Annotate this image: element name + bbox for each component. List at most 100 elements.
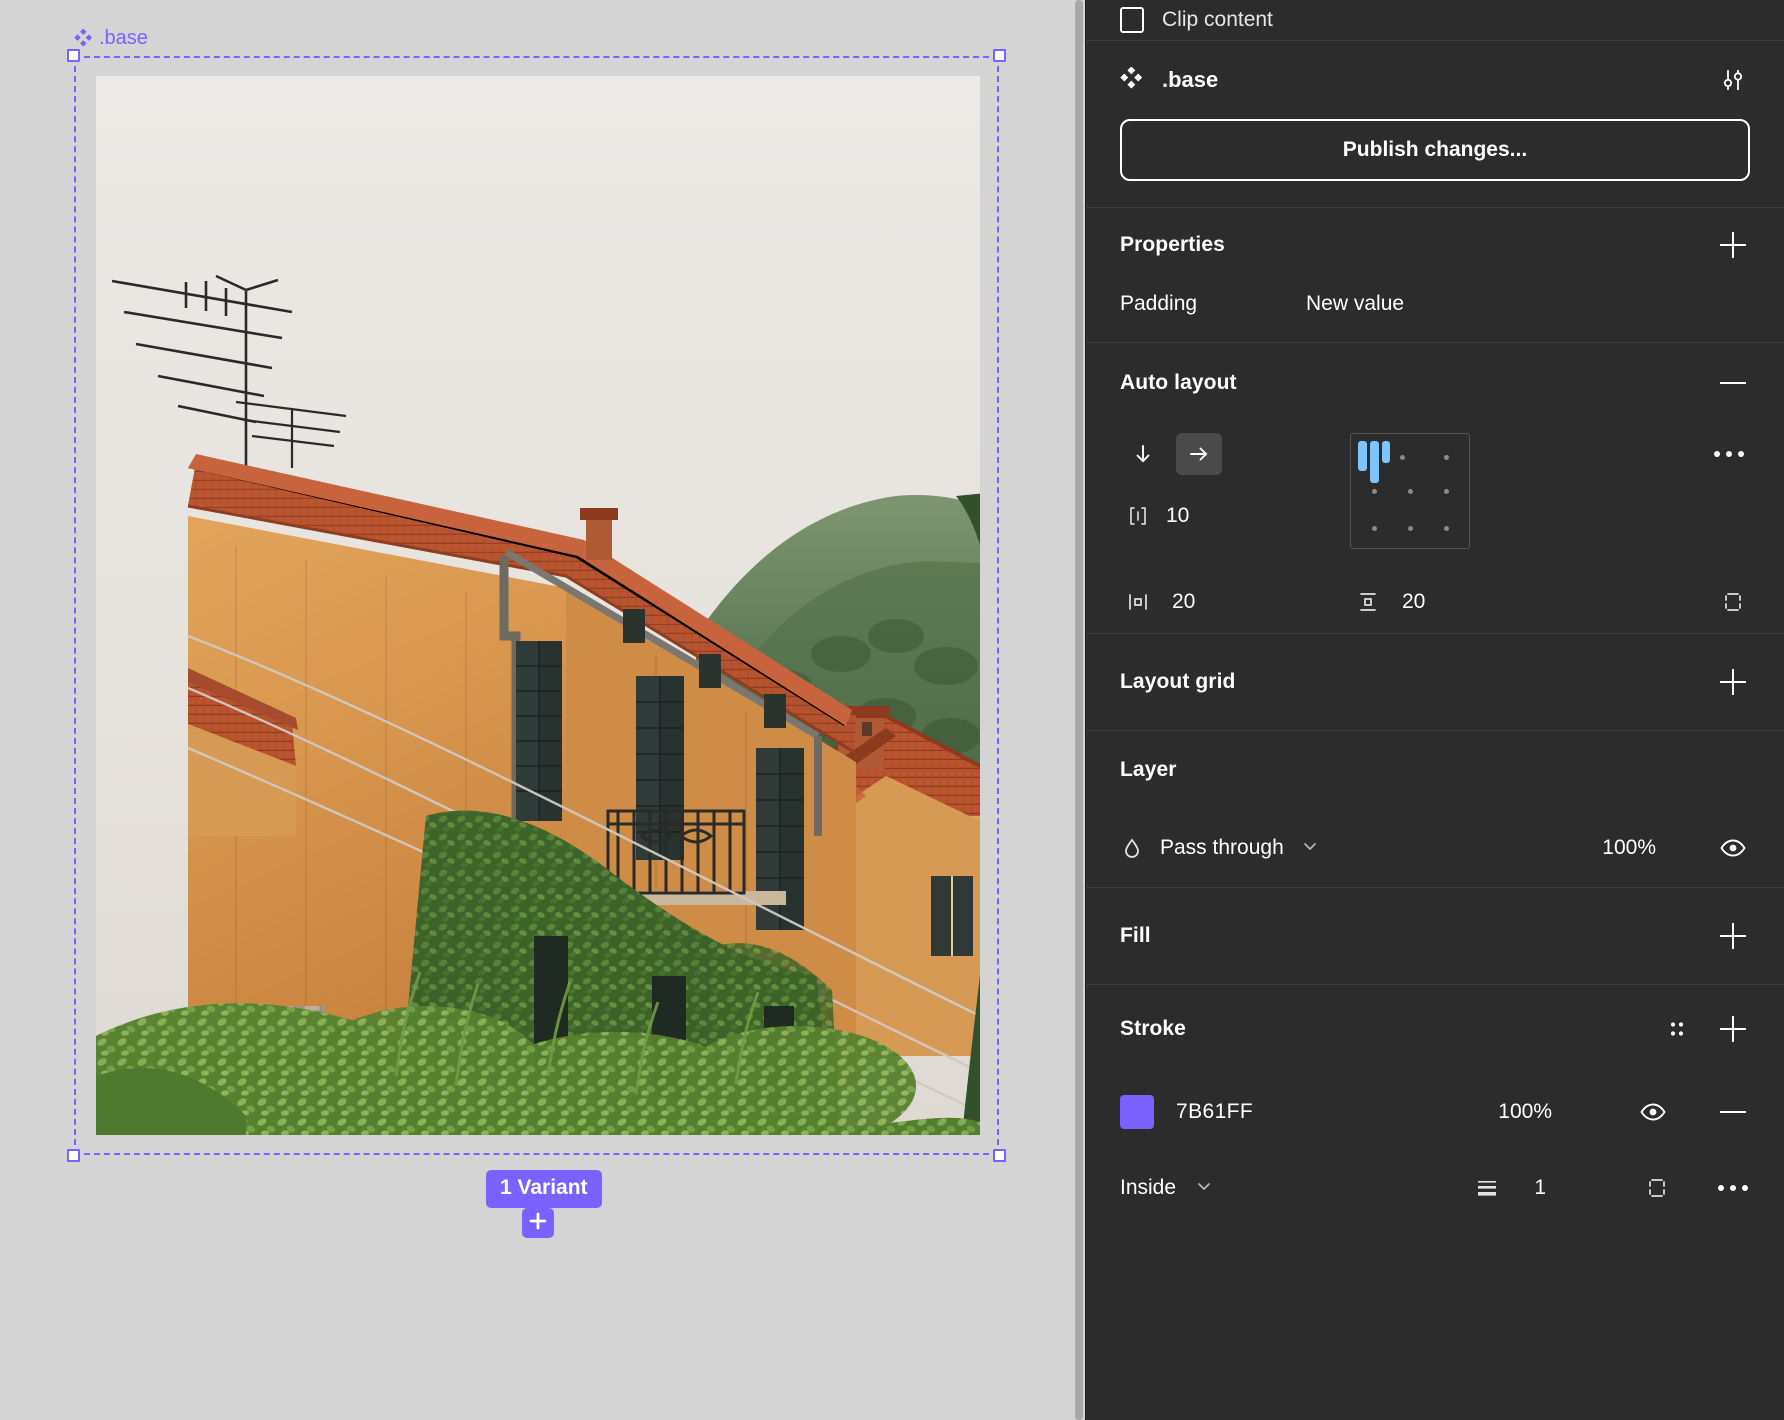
properties-header-row: Properties bbox=[1120, 208, 1750, 282]
resize-handle-bottom-right[interactable] bbox=[993, 1149, 1006, 1162]
fill-title: Fill bbox=[1120, 924, 1151, 947]
more-horizontal-icon[interactable] bbox=[1712, 437, 1746, 471]
padding-horizontal-value[interactable]: 20 bbox=[1172, 590, 1208, 614]
padding-horizontal-control[interactable]: 20 bbox=[1120, 589, 1296, 615]
remove-auto-layout-button[interactable] bbox=[1716, 366, 1750, 400]
add-layout-grid-button[interactable] bbox=[1716, 665, 1750, 699]
frame-label-text: .base bbox=[99, 27, 148, 49]
eye-icon[interactable] bbox=[1716, 831, 1750, 865]
stroke-section: Stroke 7B61FF 100% Inside 1 bbox=[1086, 985, 1784, 1225]
add-fill-button[interactable] bbox=[1716, 919, 1750, 953]
chevron-down-icon[interactable] bbox=[1300, 836, 1320, 861]
plus-icon bbox=[1720, 923, 1746, 949]
alignment-grid[interactable] bbox=[1350, 433, 1470, 549]
stroke-title: Stroke bbox=[1120, 1017, 1186, 1040]
spacing-horizontal-icon bbox=[1120, 503, 1156, 529]
gap-value[interactable]: 10 bbox=[1166, 504, 1189, 528]
eye-icon[interactable] bbox=[1636, 1095, 1670, 1129]
gap-row[interactable]: 10 bbox=[1120, 485, 1296, 547]
sliders-icon[interactable] bbox=[1716, 63, 1750, 97]
blend-mode-value[interactable]: Pass through bbox=[1160, 836, 1284, 860]
stroke-position-value[interactable]: Inside bbox=[1120, 1176, 1176, 1200]
add-property-button[interactable] bbox=[1716, 228, 1750, 262]
layer-section: Layer Pass through 100% bbox=[1086, 731, 1784, 888]
stroke-style-icon[interactable] bbox=[1660, 1012, 1694, 1046]
padding-vertical-control[interactable]: 20 bbox=[1350, 589, 1538, 615]
chevron-down-icon[interactable] bbox=[1194, 1176, 1214, 1201]
plus-icon bbox=[529, 1212, 547, 1235]
stroke-color-swatch[interactable] bbox=[1120, 1095, 1154, 1129]
padding-vertical-icon bbox=[1350, 589, 1386, 615]
alignment-dot bbox=[1408, 489, 1413, 494]
more-horizontal-icon[interactable] bbox=[1716, 1171, 1750, 1205]
stroke-weight-value[interactable]: 1 bbox=[1534, 1176, 1546, 1200]
minus-icon bbox=[1720, 382, 1746, 384]
blend-drop-icon bbox=[1120, 836, 1144, 860]
padding-vertical-value[interactable]: 20 bbox=[1402, 590, 1438, 614]
alignment-dot bbox=[1408, 526, 1413, 531]
alignment-dot bbox=[1444, 455, 1449, 460]
stroke-header-row: Stroke bbox=[1120, 985, 1750, 1073]
resize-handle-bottom-left[interactable] bbox=[67, 1149, 80, 1162]
property-name: Padding bbox=[1120, 292, 1198, 315]
direction-vertical-button[interactable] bbox=[1120, 433, 1166, 475]
layout-grid-title: Layout grid bbox=[1120, 670, 1236, 693]
publish-changes-button[interactable]: Publish changes... bbox=[1120, 119, 1750, 181]
plus-icon bbox=[1720, 669, 1746, 695]
canvas-vertical-scrollbar[interactable] bbox=[1073, 0, 1085, 1420]
alignment-dot bbox=[1444, 489, 1449, 494]
resize-handle-top-left[interactable] bbox=[67, 49, 80, 62]
figma-editor-window: .base 1 Variant Clip content .base Publi… bbox=[0, 0, 1784, 1420]
clip-content-checkbox[interactable] bbox=[1120, 7, 1144, 33]
clip-content-section: Clip content bbox=[1086, 0, 1784, 41]
individual-padding-icon[interactable] bbox=[1716, 585, 1750, 619]
design-canvas[interactable]: .base 1 Variant bbox=[0, 0, 1085, 1420]
stroke-color-hex[interactable]: 7B61FF bbox=[1176, 1100, 1253, 1124]
properties-panel: Clip content .base Publish changes... Pr… bbox=[1085, 0, 1784, 1420]
layer-opacity-value[interactable]: 100% bbox=[1602, 836, 1656, 860]
alignment-bar-2 bbox=[1370, 441, 1379, 483]
fill-section: Fill bbox=[1086, 888, 1784, 985]
plus-icon bbox=[1720, 1016, 1746, 1042]
property-row-padding[interactable]: Padding New value bbox=[1120, 282, 1750, 342]
clip-content-label: Clip content bbox=[1162, 8, 1273, 31]
auto-layout-section: Auto layout 10 20 20 bbox=[1086, 343, 1784, 634]
stroke-color-row: 7B61FF 100% bbox=[1120, 1073, 1750, 1151]
layout-grid-section: Layout grid bbox=[1086, 634, 1784, 731]
stroke-options-row: Inside 1 bbox=[1120, 1151, 1750, 1225]
layer-title: Layer bbox=[1120, 758, 1177, 781]
remove-stroke-button[interactable] bbox=[1716, 1095, 1750, 1129]
alignment-dot bbox=[1400, 455, 1405, 460]
alignment-dot bbox=[1372, 489, 1377, 494]
add-stroke-button[interactable] bbox=[1716, 1012, 1750, 1046]
auto-layout-title: Auto layout bbox=[1120, 371, 1237, 394]
selection-outline bbox=[74, 56, 999, 1155]
minus-icon bbox=[1720, 1111, 1746, 1113]
property-value[interactable]: New value bbox=[1306, 292, 1404, 316]
add-variant-button[interactable] bbox=[522, 1208, 554, 1238]
component-header-row: .base bbox=[1120, 41, 1750, 119]
resize-handle-top-right[interactable] bbox=[993, 49, 1006, 62]
clip-content-row[interactable]: Clip content bbox=[1120, 0, 1750, 40]
padding-horizontal-icon bbox=[1120, 589, 1156, 615]
plus-icon bbox=[1720, 232, 1746, 258]
variant-count-badge[interactable]: 1 Variant bbox=[486, 1170, 602, 1208]
scrollbar-thumb[interactable] bbox=[1075, 0, 1083, 1420]
alignment-bar-1 bbox=[1358, 441, 1367, 471]
dots-group bbox=[1714, 451, 1744, 457]
alignment-dot bbox=[1444, 526, 1449, 531]
frame-selection-box[interactable] bbox=[67, 49, 1006, 1162]
stroke-opacity-value[interactable]: 100% bbox=[1498, 1100, 1552, 1124]
layer-header-row: Layer bbox=[1120, 731, 1750, 809]
padding-controls-row: 20 20 bbox=[1120, 571, 1750, 633]
alignment-dot bbox=[1372, 526, 1377, 531]
stroke-sides-icon[interactable] bbox=[1640, 1171, 1674, 1205]
fill-header-row: Fill bbox=[1120, 888, 1750, 984]
dots-group bbox=[1718, 1185, 1748, 1191]
layer-blend-row: Pass through 100% bbox=[1120, 809, 1750, 887]
direction-horizontal-button[interactable] bbox=[1176, 433, 1222, 475]
layout-grid-header-row: Layout grid bbox=[1120, 634, 1750, 730]
auto-layout-controls: 10 bbox=[1120, 423, 1750, 571]
frame-name-label[interactable]: .base bbox=[74, 28, 148, 48]
direction-row bbox=[1120, 423, 1296, 485]
